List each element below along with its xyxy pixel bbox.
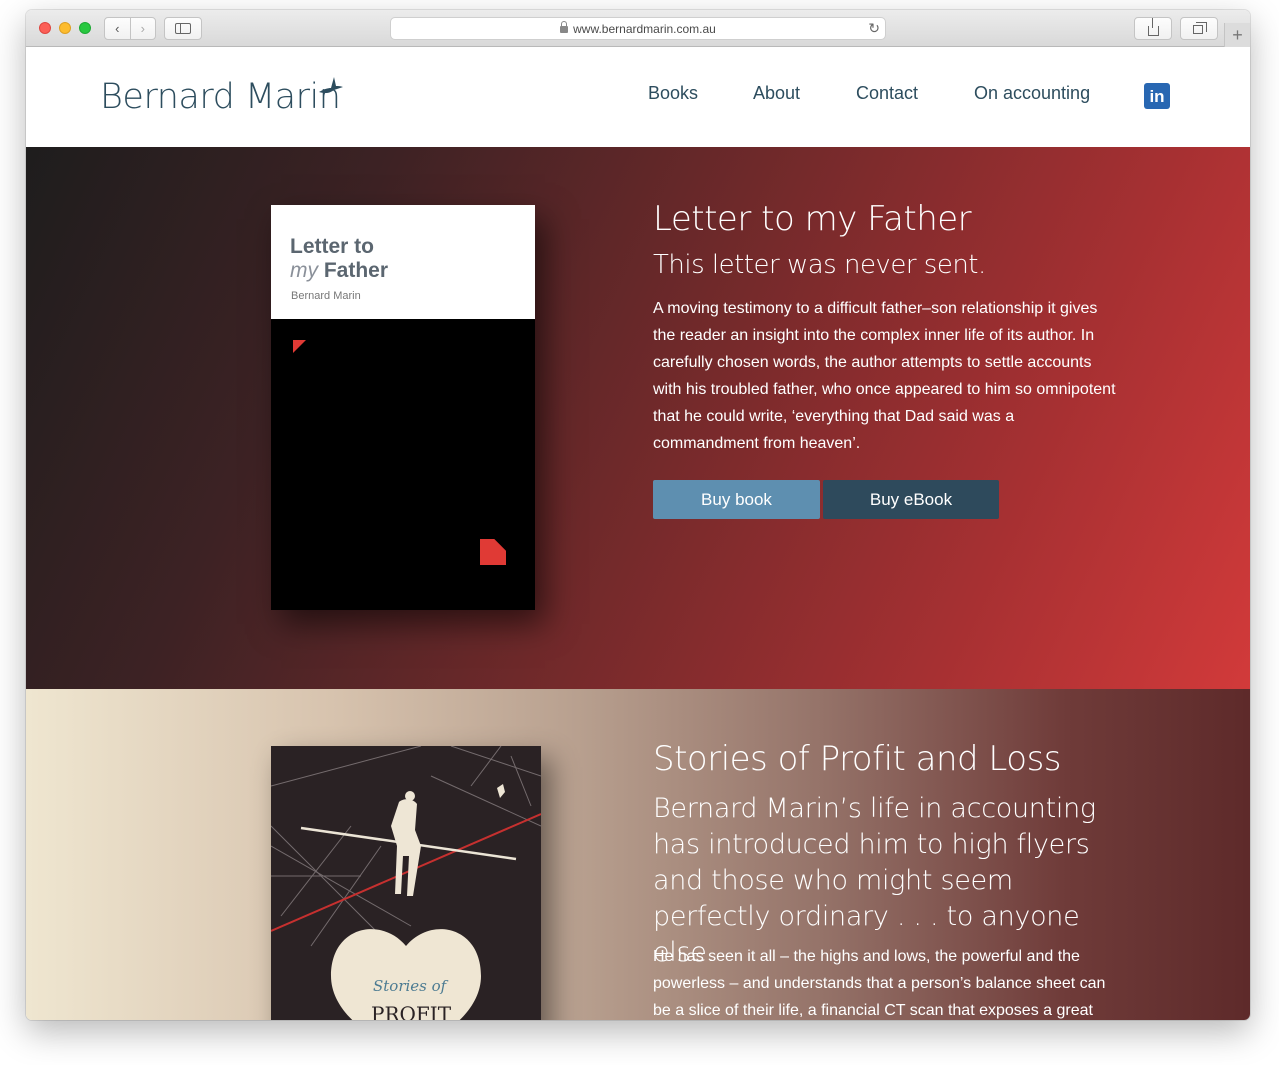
book-cover-illustration: Stories of PROFIT — [271, 746, 541, 1020]
nav-about-link[interactable]: About — [753, 83, 800, 104]
buy-ebook-button[interactable]: Buy eBook — [823, 480, 999, 519]
bird-icon — [319, 77, 343, 94]
book-title: Stories of Profit and Loss — [653, 739, 1062, 779]
lock-icon — [560, 21, 569, 33]
site-header: Bernard Marin Books About Contact On acc… — [26, 47, 1250, 147]
red-folded-note-decoration — [480, 539, 506, 565]
book-description: He has seen it all – the highs and lows,… — [653, 948, 1106, 1019]
book-title: Letter to my Father — [653, 199, 972, 239]
cover-title-line1: Letter to — [290, 235, 374, 258]
book-section-stories-of-profit-and-loss: Stories of PROFIT Stories of Profit and … — [26, 689, 1250, 1020]
back-button[interactable]: ‹ — [105, 18, 130, 39]
nav-on-accounting-link[interactable]: On accounting — [974, 83, 1090, 104]
history-nav-group: ‹ › — [104, 17, 156, 40]
nav-contact-link[interactable]: Contact — [856, 83, 918, 104]
book-cover-label: Letter to my Father Bernard Marin — [271, 205, 535, 319]
address-bar[interactable]: www.bernardmarin.com.au ↻ — [390, 17, 886, 40]
site-logo[interactable]: Bernard Marin — [100, 77, 341, 117]
book-subtitle: This letter was never sent. — [653, 250, 986, 280]
tabs-icon — [1193, 22, 1207, 34]
cover-title-my: my — [290, 259, 318, 282]
linkedin-icon[interactable]: in — [1144, 83, 1170, 109]
zoom-window-button[interactable] — [79, 22, 91, 34]
book-cover-text-profit: PROFIT — [371, 1002, 452, 1020]
browser-toolbar: ‹ › www.bernardmarin.com.au ↻ + — [26, 10, 1250, 48]
buy-book-button[interactable]: Buy book — [653, 480, 820, 519]
minimize-window-button[interactable] — [59, 22, 71, 34]
forward-button[interactable]: › — [129, 18, 156, 39]
share-button[interactable] — [1134, 17, 1172, 40]
cover-title-father: Father — [323, 259, 389, 282]
book-cover-title: Letter to my Father — [290, 235, 388, 283]
sidebar-icon — [175, 23, 191, 34]
new-tab-button[interactable]: + — [1224, 23, 1250, 48]
book-cover-text-stories-of: Stories of — [373, 977, 449, 995]
book-section-letter-to-my-father: Letter to my Father Bernard Marin Letter… — [26, 147, 1250, 689]
book-description: A moving testimony to a difficult father… — [653, 300, 1116, 452]
book-cover-stories-of-profit-and-loss[interactable]: Stories of PROFIT — [271, 746, 541, 1020]
sidebar-toggle-button[interactable] — [164, 17, 202, 40]
url-text: www.bernardmarin.com.au — [573, 21, 716, 36]
reload-icon[interactable]: ↻ — [868, 20, 880, 37]
share-icon — [1147, 17, 1159, 36]
book-cover-letter-to-my-father[interactable]: Letter to my Father Bernard Marin — [271, 205, 535, 610]
close-window-button[interactable] — [39, 22, 51, 34]
red-triangle-decoration — [293, 340, 306, 353]
book-cover-author: Bernard Marin — [291, 290, 361, 302]
show-tabs-button[interactable] — [1180, 17, 1218, 40]
browser-window: ‹ › www.bernardmarin.com.au ↻ + Bernard … — [26, 10, 1250, 1020]
nav-books-link[interactable]: Books — [648, 83, 698, 104]
